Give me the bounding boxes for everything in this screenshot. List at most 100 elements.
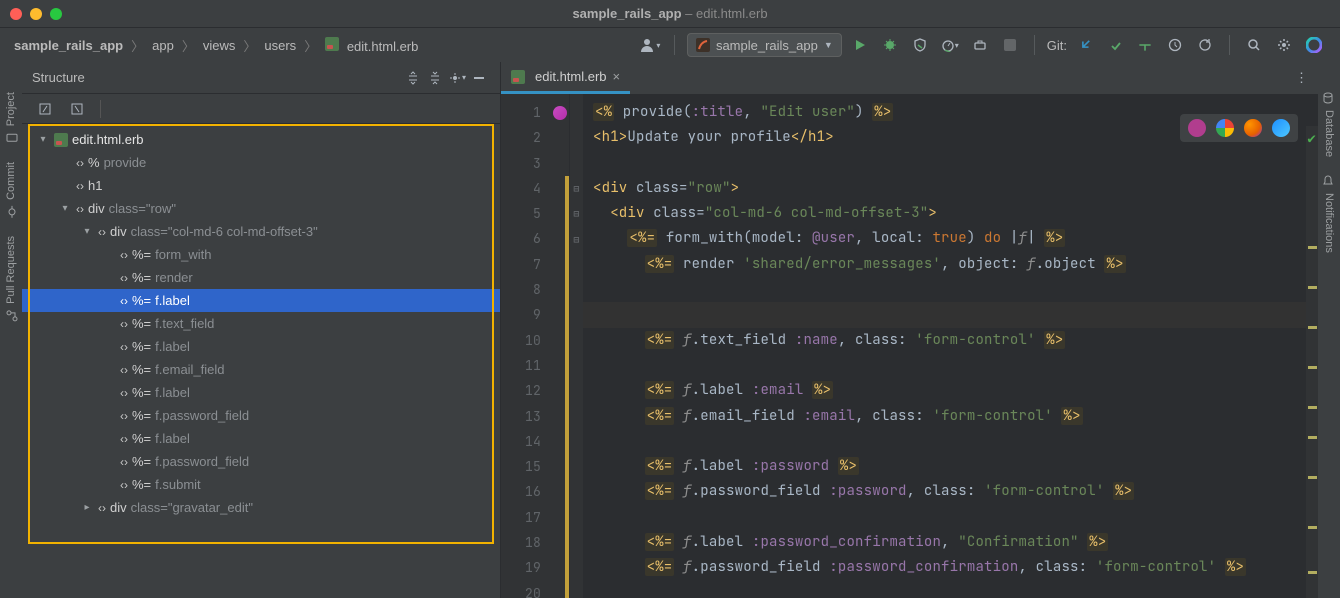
structure-tree[interactable]: ▾ edit.html.erb‹› % provide‹› h1 ▾‹› div … <box>22 124 500 523</box>
code-line[interactable]: <%= f.label :password %> <box>593 454 1318 479</box>
search-everywhere-button[interactable] <box>1242 33 1266 57</box>
code-line[interactable]: <%= f.password_field :password, class: '… <box>593 479 1318 504</box>
code-line[interactable] <box>593 581 1318 598</box>
warning-marker[interactable] <box>1308 476 1317 479</box>
line-number[interactable]: 12 <box>501 378 541 403</box>
line-number[interactable]: 11 <box>501 353 541 378</box>
tree-node[interactable]: ‹› %= f.label <box>22 335 500 358</box>
window-close-button[interactable] <box>10 8 22 20</box>
tree-node[interactable]: ‹› %= f.password_field <box>22 404 500 427</box>
breadcrumb[interactable]: views <box>203 38 236 53</box>
tree-node[interactable]: ‹› % provide <box>22 151 500 174</box>
commit-tool-button[interactable]: Commit <box>4 162 18 218</box>
fold-handle[interactable] <box>570 378 583 403</box>
line-number[interactable]: 14 <box>501 429 541 454</box>
tree-node[interactable]: ▾ edit.html.erb <box>22 128 500 151</box>
attach-button[interactable] <box>968 33 992 57</box>
fold-handle[interactable] <box>570 404 583 429</box>
line-number[interactable]: 16 <box>501 479 541 504</box>
tree-node[interactable]: ‹› %= f.label <box>22 427 500 450</box>
error-stripe[interactable]: ✔ <box>1306 126 1318 598</box>
warning-marker[interactable] <box>1308 326 1317 329</box>
line-number[interactable]: 4 <box>501 176 541 201</box>
fold-handle[interactable] <box>570 505 583 530</box>
tree-node[interactable]: ‹› %= form_with <box>22 243 500 266</box>
line-number[interactable]: 13 <box>501 404 541 429</box>
tree-node[interactable]: ‹› h1 <box>22 174 500 197</box>
editor-tab[interactable]: edit.html.erb × <box>501 62 630 94</box>
user-icon[interactable]: ▾ <box>638 33 662 57</box>
fold-handle[interactable] <box>570 429 583 454</box>
code-line[interactable]: <%= f.password_field :password_confirmat… <box>593 555 1318 580</box>
settings-button[interactable] <box>1272 33 1296 57</box>
expand-arrow-icon[interactable]: ▾ <box>80 226 94 237</box>
line-number[interactable]: 5 <box>501 201 541 226</box>
line-number[interactable]: 7 <box>501 252 541 277</box>
warning-marker[interactable] <box>1308 286 1317 289</box>
collapse-all-icon[interactable] <box>424 67 446 89</box>
tree-node[interactable]: ‹› %= f.text_field <box>22 312 500 335</box>
line-number[interactable]: 9 <box>501 302 541 327</box>
fold-handle[interactable] <box>570 252 583 277</box>
fold-handle[interactable] <box>570 302 583 327</box>
coverage-button[interactable] <box>908 33 932 57</box>
code-area[interactable]: <% provide(:title, "Edit user") %><h1>Up… <box>583 94 1318 598</box>
expand-all-icon[interactable] <box>402 67 424 89</box>
code-line[interactable]: <div class="col-md-6 col-md-offset-3"> <box>593 201 1318 226</box>
fold-handle[interactable]: ⊟ <box>570 176 583 201</box>
fold-handle[interactable] <box>570 479 583 504</box>
line-number[interactable]: 17 <box>501 505 541 530</box>
autoscroll-to-source-icon[interactable] <box>34 98 56 120</box>
tree-node[interactable]: ‹› %= render <box>22 266 500 289</box>
warning-marker[interactable] <box>1308 246 1317 249</box>
line-number[interactable]: 15 <box>501 454 541 479</box>
run-config-selector[interactable]: sample_rails_app ▼ <box>687 33 842 57</box>
run-button[interactable] <box>848 33 872 57</box>
git-rollback-button[interactable] <box>1193 33 1217 57</box>
pull-requests-tool-button[interactable]: Pull Requests <box>4 236 18 322</box>
tree-node[interactable]: ‹› %= f.submit <box>22 473 500 496</box>
close-tab-icon[interactable]: × <box>613 69 621 84</box>
window-minimize-button[interactable] <box>30 8 42 20</box>
breadcrumb[interactable]: edit.html.erb <box>325 37 418 54</box>
warning-marker[interactable] <box>1308 436 1317 439</box>
fold-handle[interactable] <box>570 454 583 479</box>
line-number[interactable]: 20 <box>501 581 541 598</box>
panel-settings-icon[interactable]: ▾ <box>446 67 468 89</box>
code-line[interactable] <box>593 505 1318 530</box>
fold-handle[interactable] <box>570 151 583 176</box>
line-number-gutter[interactable]: 1234567891011121314151617181920 <box>501 94 551 598</box>
window-zoom-button[interactable] <box>50 8 62 20</box>
code-line[interactable] <box>593 429 1318 454</box>
fold-handle[interactable] <box>570 581 583 598</box>
tree-node[interactable]: ▾‹› div class="col-md-6 col-md-offset-3" <box>22 220 500 243</box>
line-number[interactable]: 6 <box>501 226 541 251</box>
code-line[interactable]: <%= f.label :email %> <box>593 378 1318 403</box>
code-line[interactable] <box>593 151 1318 176</box>
firefox-icon[interactable] <box>1244 119 1262 137</box>
expand-arrow-icon[interactable]: ▾ <box>58 203 72 214</box>
warning-marker[interactable] <box>1308 571 1317 574</box>
line-number[interactable]: 3 <box>501 151 541 176</box>
tree-node[interactable]: ▸‹› div class="gravatar_edit" <box>22 496 500 519</box>
profiler-button[interactable]: ▾ <box>938 33 962 57</box>
code-line[interactable]: <%= render 'shared/error_messages', obje… <box>593 252 1318 277</box>
hide-panel-icon[interactable] <box>468 67 490 89</box>
fold-handle[interactable] <box>570 353 583 378</box>
fold-handle[interactable] <box>570 100 583 125</box>
warning-marker[interactable] <box>1308 366 1317 369</box>
warning-marker[interactable] <box>1308 526 1317 529</box>
fold-handle[interactable]: ⊟ <box>570 201 583 226</box>
code-line[interactable]: <div class="row"> <box>593 176 1318 201</box>
fold-handle[interactable] <box>570 125 583 150</box>
code-line[interactable]: <%= form_with(model: @user, local: true)… <box>593 226 1318 251</box>
notifications-tool-button[interactable]: Notifications <box>1322 175 1336 253</box>
fold-handle[interactable] <box>570 277 583 302</box>
git-update-button[interactable] <box>1073 33 1097 57</box>
code-line[interactable]: <%= f.email_field :email, class: 'form-c… <box>593 404 1318 429</box>
tree-node[interactable]: ‹› %= f.password_field <box>22 450 500 473</box>
chrome-icon[interactable] <box>1216 119 1234 137</box>
code-line[interactable]: <%= f.label :password_confirmation, "Con… <box>593 530 1318 555</box>
line-number[interactable]: 2 <box>501 125 541 150</box>
line-number[interactable]: 18 <box>501 530 541 555</box>
